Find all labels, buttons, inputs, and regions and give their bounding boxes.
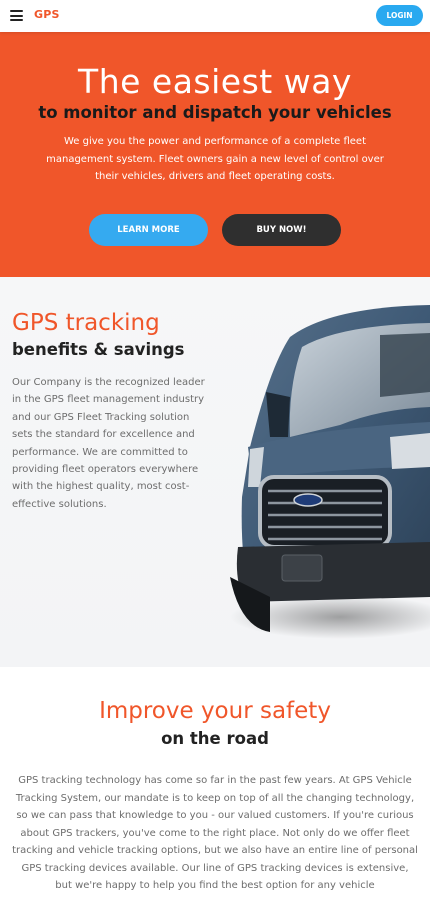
van-image (230, 305, 430, 639)
top-navbar: GPS LOGIN (0, 0, 430, 32)
tracking-title: GPS tracking (12, 310, 160, 336)
site-logo[interactable]: GPS (34, 8, 60, 21)
hero-banner: The easiest way to monitor and dispatch … (0, 32, 430, 277)
safety-subtitle: on the road (161, 729, 269, 748)
hero-description: We give you the power and performance of… (46, 136, 384, 182)
hamburger-icon[interactable] (10, 10, 23, 21)
learn-more-button[interactable]: LEARN MORE (89, 214, 208, 246)
tracking-subtitle: benefits & savings (12, 340, 185, 359)
safety-title: Improve your safety (99, 698, 331, 724)
hero-subtitle: to monitor and dispatch your vehicles (38, 103, 392, 122)
hero-title: The easiest way (78, 62, 352, 101)
safety-text: GPS tracking technology has come so far … (12, 775, 418, 891)
tracking-section: GPS tracking benefits & savings Our Comp… (0, 277, 430, 667)
tracking-text: Our Company is the recognized leader in … (12, 377, 205, 510)
buy-now-button[interactable]: BUY NOW! (222, 214, 341, 246)
login-button[interactable]: LOGIN (376, 5, 423, 26)
